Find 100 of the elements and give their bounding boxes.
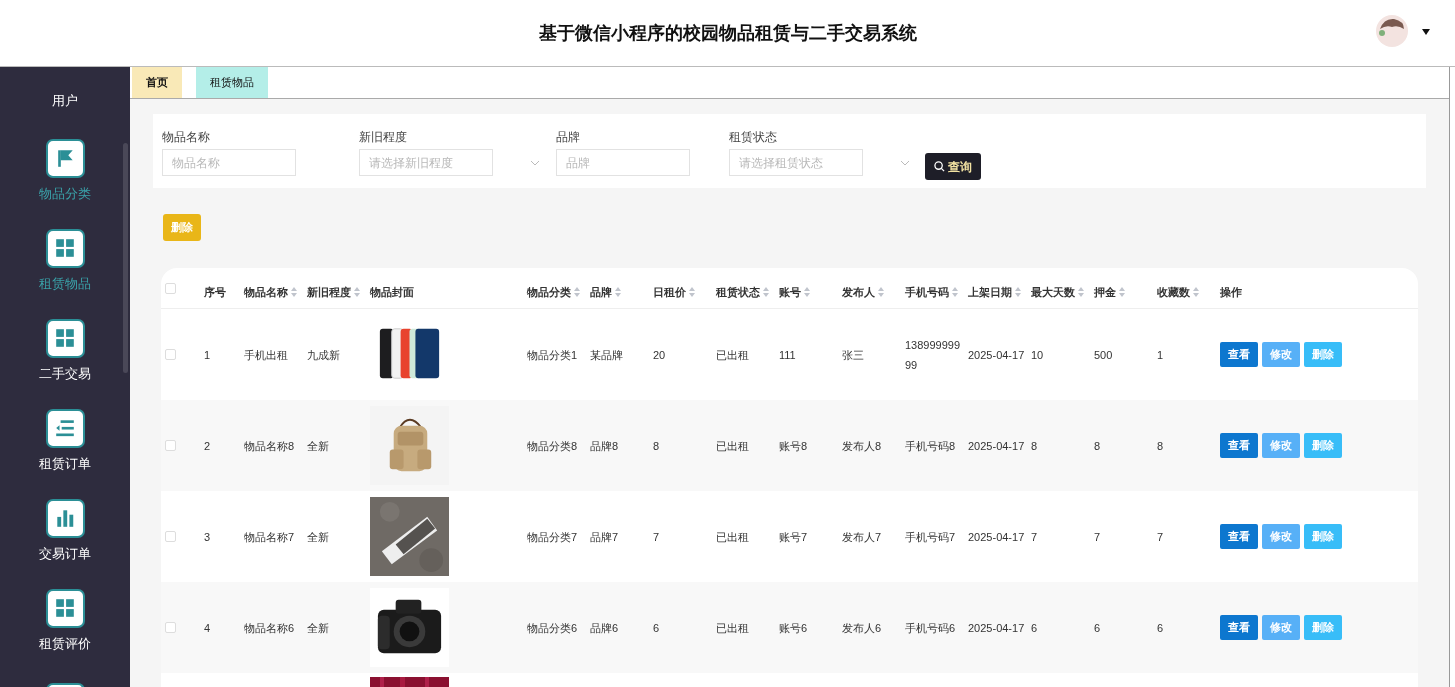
sort-icon[interactable]: [1119, 287, 1125, 297]
table-cell-text: 物品名称6: [244, 620, 296, 636]
table-cell-text: 品牌6: [590, 620, 620, 636]
table-cell-text: 手机出租: [244, 347, 289, 363]
column-header[interactable]: 账号: [779, 283, 801, 301]
table-cell-text: 4: [204, 620, 212, 636]
column-header[interactable]: 发布人: [842, 283, 875, 301]
table-cell-text: 品牌8: [590, 438, 620, 454]
sidebar-item[interactable]: 物品分类: [39, 183, 91, 204]
sort-icon[interactable]: [1193, 287, 1199, 297]
table-cell-text: 账号7: [779, 529, 809, 545]
grid-icon[interactable]: [54, 237, 76, 259]
checkbox[interactable]: [165, 349, 176, 360]
table-cell-text: 发布人7: [842, 529, 883, 545]
sort-icon[interactable]: [615, 287, 621, 297]
sort-icon[interactable]: [952, 287, 958, 297]
column-header[interactable]: 物品封面: [370, 283, 414, 301]
page-title: 基于微信小程序的校园物品租赁与二手交易系统: [538, 21, 917, 45]
sort-icon[interactable]: [354, 287, 360, 297]
row-action-button[interactable]: 查看: [1220, 342, 1258, 367]
filter-label: 新旧程度: [359, 129, 408, 146]
sort-icon[interactable]: [878, 287, 884, 297]
filter-label: 租赁状态: [729, 129, 778, 146]
table-cell-text: 2: [204, 438, 212, 454]
column-header[interactable]: 序号: [204, 283, 226, 301]
caret-icon[interactable]: [1422, 29, 1430, 35]
table-cell-text: 6: [1094, 620, 1102, 636]
avatar-icon[interactable]: [1376, 15, 1408, 47]
table-cell-text: 3: [204, 529, 212, 545]
tab[interactable]: 租赁物品: [196, 67, 268, 98]
bar-chart-icon[interactable]: [54, 507, 76, 529]
table-cell-text: 500: [1094, 347, 1114, 363]
filter-label: 品牌: [556, 129, 581, 146]
table-cell-text: 1: [1157, 347, 1165, 363]
table-cell-text: 2025-04-17: [968, 438, 1026, 454]
sort-icon[interactable]: [804, 287, 810, 297]
sidebar-item[interactable]: 交易订单: [39, 543, 91, 564]
table-cell-text: 物品名称7: [244, 529, 296, 545]
sidebar-item[interactable]: 租赁物品: [39, 273, 91, 294]
column-header[interactable]: 手机号码: [905, 283, 949, 301]
input-field[interactable]: 物品名称: [162, 149, 296, 176]
sidebar-item[interactable]: 租赁评价: [39, 633, 91, 654]
checkbox[interactable]: [165, 440, 176, 451]
column-header[interactable]: 押金: [1094, 283, 1116, 301]
table-cell-text: 13899999999: [905, 337, 962, 373]
sort-icon[interactable]: [1015, 287, 1021, 297]
table-cell-text: 品牌7: [590, 529, 620, 545]
scrollbar[interactable]: [123, 143, 128, 373]
column-header[interactable]: 上架日期: [968, 283, 1012, 301]
column-header[interactable]: 物品分类: [527, 283, 571, 301]
table-cell-text: 20: [653, 347, 667, 363]
column-header[interactable]: 最大天数: [1031, 283, 1075, 301]
row-action-button[interactable]: 查看: [1220, 433, 1258, 458]
grid-icon[interactable]: [54, 327, 76, 349]
checkbox[interactable]: [165, 282, 176, 294]
checkbox[interactable]: [165, 531, 176, 542]
sort-icon[interactable]: [689, 287, 695, 297]
row-action-button[interactable]: 查看: [1220, 524, 1258, 549]
sort-icon[interactable]: [1078, 287, 1084, 297]
table-cell-text: 发布人8: [842, 438, 883, 454]
column-header[interactable]: 收藏数: [1157, 283, 1190, 301]
input-field[interactable]: 品牌: [556, 149, 690, 176]
table-cell-text: 7: [1094, 529, 1102, 545]
table-cell-text: 物品分类7: [527, 529, 579, 545]
search-button[interactable]: 查询: [925, 153, 981, 180]
table-cell-text: 手机号码6: [905, 620, 957, 636]
sidebar-item[interactable]: 租赁订单: [39, 453, 91, 474]
table-cell-text: 7: [653, 529, 661, 545]
column-header[interactable]: 操作: [1220, 283, 1242, 301]
column-header[interactable]: 租赁状态: [716, 283, 760, 301]
sort-icon[interactable]: [763, 287, 769, 297]
select-field[interactable]: 请选择新旧程度: [359, 149, 493, 176]
sort-icon[interactable]: [574, 287, 580, 297]
column-header[interactable]: 物品名称: [244, 283, 288, 301]
checkbox[interactable]: [165, 622, 176, 633]
column-header[interactable]: 新旧程度: [307, 283, 351, 301]
chevron-down-icon[interactable]: [530, 159, 540, 166]
sidebar-item[interactable]: 二手交易: [39, 363, 91, 384]
table-cell-text: 手机号码8: [905, 438, 957, 454]
table-cell-text: 手机号码7: [905, 529, 957, 545]
row-action-button[interactable]: 查看: [1220, 615, 1258, 640]
select-field[interactable]: 请选择租赁状态: [729, 149, 863, 176]
search-icon: [934, 161, 945, 172]
table-cell-text: 8: [653, 438, 661, 454]
table-cell-text: 8: [1094, 438, 1102, 454]
list-icon[interactable]: [54, 417, 76, 439]
table-cell-text: 已出租: [716, 347, 750, 363]
column-header[interactable]: 品牌: [590, 283, 612, 301]
sort-icon[interactable]: [291, 287, 297, 297]
table-cell-text: 物品分类6: [527, 620, 579, 636]
table-cell-text: 6: [1031, 620, 1039, 636]
filter-label: 物品名称: [162, 129, 211, 146]
table-cell-text: 111: [779, 347, 797, 363]
table-cell-text: 7: [1157, 529, 1165, 545]
column-header[interactable]: 日租价: [653, 283, 686, 301]
chevron-down-icon[interactable]: [900, 159, 910, 166]
grid-icon[interactable]: [54, 597, 76, 619]
table-cell-text: 2025-04-17: [968, 529, 1026, 545]
table-cell-text: 8: [1157, 438, 1165, 454]
tab[interactable]: 首页: [132, 67, 182, 98]
